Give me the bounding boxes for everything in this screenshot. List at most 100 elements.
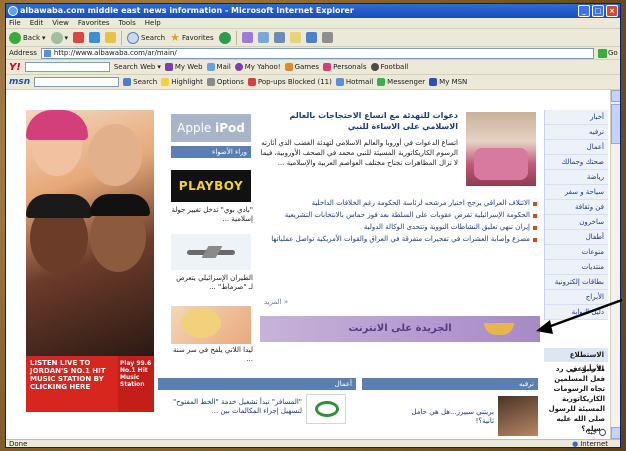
nav-directory[interactable]: دليل البوابة [545,305,608,320]
entertainment-caption[interactable]: بريتني سبيرز...هل هي حامل ثانية؟! [396,408,494,426]
nav-ecards[interactable]: بطاقات إلكترونية [545,275,608,290]
nav-health-beauty[interactable]: صحتك وجمالك [545,155,608,170]
lead-story-image[interactable] [466,112,536,186]
menu-favorites[interactable]: Favorites [78,18,110,28]
lead-story-title[interactable]: دعوات للتهدئة مع اتساع الاحتجاجات بالعال… [260,110,458,132]
back-button[interactable]: Back ▾ [9,30,46,46]
nav-horoscopes[interactable]: الأبراج [545,290,608,305]
celebrity-collage-image[interactable] [26,110,154,356]
msn-popups-button[interactable]: Pop-ups Blocked (11) [247,78,332,86]
personals-icon [323,63,332,71]
chevron-down-icon: ▾ [64,33,69,42]
stop-icon[interactable] [73,32,85,43]
ipod-ad[interactable]: Apple iPod [171,114,251,142]
msn-options-button[interactable]: Options [206,78,244,86]
more-news-link[interactable]: المزيد » [264,298,288,306]
headline-item[interactable]: مصرع وإصابة العشرات في تفجيرات متفرقة في… [262,234,538,245]
yahoo-search-web-button[interactable]: Search Web ▾ [114,63,161,71]
nav-business[interactable]: أعمال [545,140,608,155]
maximize-button[interactable]: □ [592,5,604,17]
popups-label: Pop-ups Blocked (11) [257,78,332,86]
scroll-thumb[interactable] [611,104,620,144]
msn-messenger-link[interactable]: Messenger [377,78,425,86]
nav-entertainment[interactable]: ترفيه [545,125,608,140]
airplane-image[interactable] [171,234,251,270]
search-icon [123,78,132,86]
back-label: Back [23,33,40,42]
search-button[interactable]: Search [127,30,165,46]
playboy-image[interactable]: PLAYBOY [171,170,251,202]
nav-travel[interactable]: سياحة و سفر [545,185,608,200]
scroll-up-button[interactable] [611,90,620,102]
vertical-scrollbar[interactable] [610,90,620,439]
yahoo-logo[interactable]: Y! [9,62,21,73]
yahoo-games-link[interactable]: Games [284,63,319,71]
minimize-button[interactable]: _ [578,5,590,17]
msn-hotmail-link[interactable]: Hotmail [335,78,373,86]
menu-file[interactable]: File [9,18,21,28]
home-icon[interactable] [105,32,117,43]
nav-misc[interactable]: منوعات [545,245,608,260]
entertainment-thumbnail[interactable] [498,396,538,436]
history-icon[interactable] [241,32,253,43]
msn-my-msn-link[interactable]: My MSN [429,78,467,86]
headline-item[interactable]: الحكومة الإسرائيلية تفرض عقوبات على السل… [262,210,538,221]
msn-search-label: Search [133,78,158,86]
discuss-icon[interactable] [305,32,317,43]
yahoo-my-yahoo-link[interactable]: My Yahoo! [234,63,281,71]
mail-icon[interactable] [257,32,269,43]
business-logo[interactable] [306,394,346,424]
celebrity-section-header[interactable]: وراء الأضواء [171,146,251,158]
yahoo-personals-link[interactable]: Personals [323,63,367,71]
yahoo-my-web-link[interactable]: My Web [164,63,203,71]
my-web-icon [164,63,173,71]
personals-label: Personals [333,63,367,71]
radio-promo-banner[interactable]: Listen live to Jordan's No.1 hit music s… [26,356,118,412]
menu-help[interactable]: Help [145,18,161,28]
radio-station-badge[interactable]: Play 99.6 No.1 Hit Music Station [118,356,154,412]
msn-highlight-button[interactable]: Highlight [161,78,203,86]
print-icon[interactable] [273,32,285,43]
poll-radio[interactable] [599,428,606,436]
msn-logo[interactable]: msn [9,77,30,87]
poll-option[interactable]: جيد [546,428,606,436]
online-newspaper-banner[interactable]: الجريدة على الانترنت [260,316,540,342]
lead-story-summary: اتساع الدعوات في أوروبا والعالم الاسلامي… [260,139,458,167]
msn-search-input[interactable] [34,77,120,87]
go-button[interactable]: Go [598,48,620,59]
yahoo-mail-link[interactable]: Mail [206,63,231,71]
menu-tools[interactable]: Tools [119,18,136,28]
yahoo-football-link[interactable]: Football [370,63,408,71]
msn-search-button[interactable]: Search [123,78,157,86]
close-button[interactable]: × [606,5,618,17]
menu-edit[interactable]: Edit [30,18,44,28]
headline-item[interactable]: الائتلاف العراقي يرجح اختيار مرشحه لرئاس… [262,198,538,209]
business-section-header[interactable]: أعمال [158,378,356,390]
business-caption[interactable]: "المسافر" تبدأ تشغيل خدمة "الخط المفتوح"… [158,398,302,416]
celebrity-caption-2[interactable]: الطيران الإسرائيلي يتعرض لـ "صرماط" ... [171,274,253,292]
address-input[interactable]: http://www.albawaba.com/ar/main/ [40,47,594,59]
nav-sports[interactable]: رياضة [545,170,608,185]
scroll-down-button[interactable] [611,427,620,439]
games-icon [284,63,293,71]
celebrity-photo[interactable] [171,306,251,344]
favorites-button[interactable]: ★ Favorites [170,30,214,46]
nav-forums[interactable]: منتديات [545,260,608,275]
entertainment-section-header[interactable]: ترفيه [362,378,538,390]
headline-item[interactable]: إيران تنهي تعليق النشاطات النووية وتتحدى… [262,222,538,233]
celebrity-caption-1[interactable]: "بادي بوي" تدخل تغيير جولة إسلامية ... [171,206,253,224]
messenger-icon[interactable] [321,32,333,43]
nav-satire[interactable]: ساخرون [545,215,608,230]
edit-icon[interactable] [289,32,301,43]
media-icon[interactable] [218,31,231,44]
magic-lamp-icon [484,323,514,335]
zone-label: Internet [580,440,608,448]
forward-button[interactable]: ▾ [50,30,69,46]
nav-kids[interactable]: أطفال [545,230,608,245]
yahoo-search-input[interactable] [24,62,110,72]
nav-news[interactable]: أخبار [545,110,608,125]
menu-view[interactable]: View [52,18,69,28]
refresh-icon[interactable] [89,32,101,43]
nav-culture[interactable]: فن وثقافة [545,200,608,215]
celebrity-caption-3[interactable]: ليدا اللاتي يلفح في سر سنة ... [171,346,253,364]
